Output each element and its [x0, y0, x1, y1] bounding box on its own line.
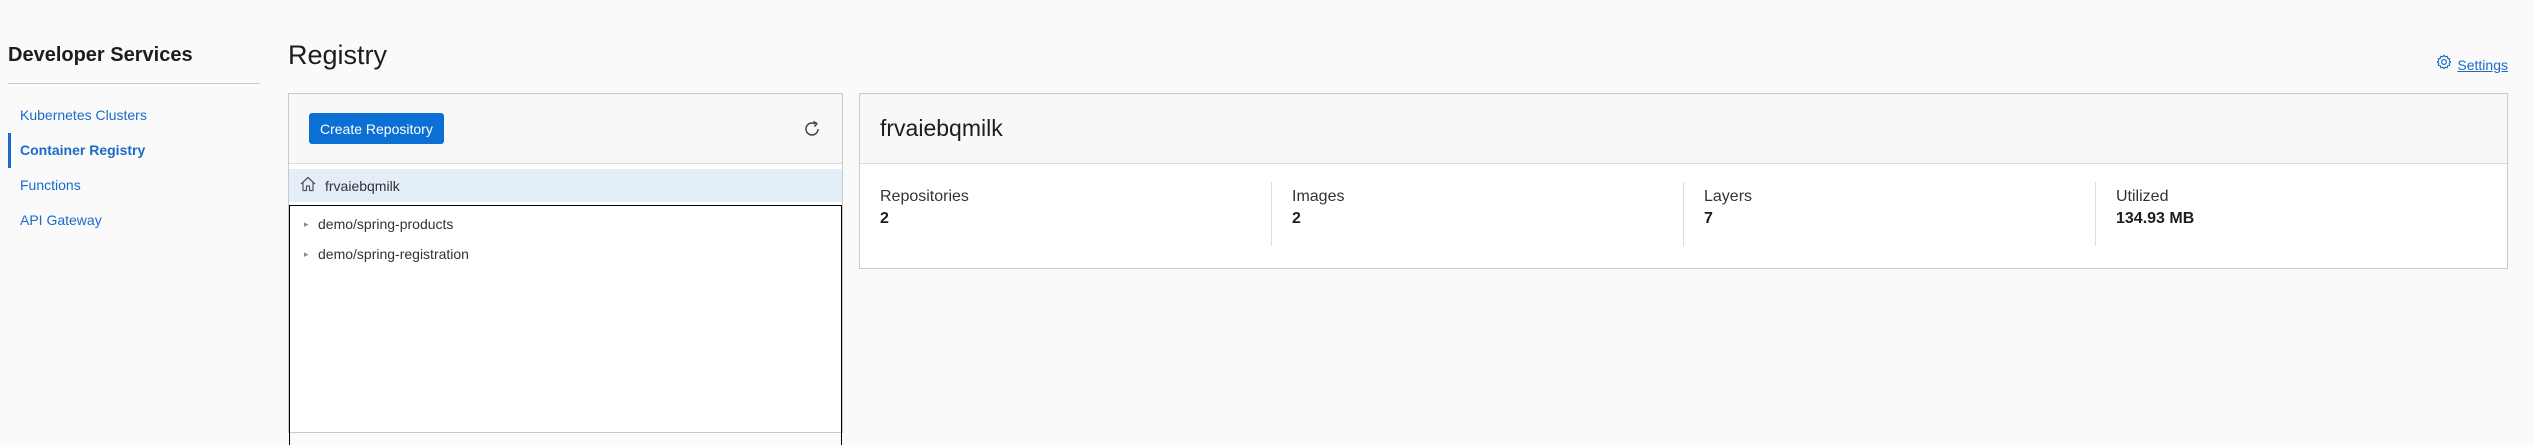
metric-value: 134.93 MB	[2116, 210, 2195, 227]
metric-layers: Layers 7	[1684, 182, 2096, 246]
repository-tree-panel: Create Repository frvaiebqmilk ▸ demo/sp…	[288, 93, 843, 445]
sidebar-item-container-registry[interactable]: Container Registry	[8, 133, 260, 168]
gear-icon	[2436, 54, 2452, 75]
metric-value: 2	[1292, 210, 1301, 227]
sidebar-item-api-gateway[interactable]: API Gateway	[8, 203, 260, 238]
metric-label: Repositories	[880, 188, 969, 205]
caret-right-icon[interactable]: ▸	[304, 249, 310, 260]
caret-right-icon[interactable]: ▸	[304, 219, 310, 230]
settings-link[interactable]: Settings	[2436, 54, 2508, 75]
metric-label: Images	[1292, 188, 1345, 205]
sidebar-item-kubernetes-clusters[interactable]: Kubernetes Clusters	[8, 98, 260, 133]
details-title: frvaiebqmilk	[860, 94, 2507, 164]
tree-item[interactable]: ▸ demo/spring-products	[290, 209, 841, 239]
tree-root-label: frvaiebqmilk	[325, 177, 400, 194]
metric-repositories: Repositories 2	[860, 182, 1272, 246]
tree-item-label: demo/spring-products	[318, 216, 454, 232]
refresh-icon[interactable]	[802, 119, 822, 139]
metric-value: 2	[880, 210, 889, 227]
tree-item[interactable]: ▸ demo/spring-registration	[290, 239, 841, 269]
create-repository-button[interactable]: Create Repository	[309, 113, 444, 144]
sidebar: Developer Services Kubernetes Clusters C…	[8, 44, 260, 238]
sidebar-title: Developer Services	[8, 44, 260, 84]
tree-toolbar: Create Repository	[289, 94, 842, 164]
metric-images: Images 2	[1272, 182, 1684, 246]
settings-label: Settings	[2457, 56, 2508, 73]
sidebar-nav: Kubernetes Clusters Container Registry F…	[8, 98, 260, 238]
repository-list: ▸ demo/spring-products ▸ demo/spring-reg…	[289, 205, 842, 445]
home-icon	[299, 175, 317, 196]
page-title: Registry	[288, 40, 388, 70]
tree-item-label: demo/spring-registration	[318, 246, 469, 262]
metric-value: 7	[1704, 210, 1713, 227]
registry-details-panel: frvaiebqmilk Repositories 2 Images 2 Lay…	[859, 93, 2508, 269]
metric-label: Utilized	[2116, 188, 2169, 205]
sidebar-item-functions[interactable]: Functions	[8, 168, 260, 203]
metric-utilized: Utilized 134.93 MB	[2096, 182, 2507, 246]
metrics-row: Repositories 2 Images 2 Layers 7 Utilize…	[860, 164, 2507, 246]
metric-label: Layers	[1704, 188, 1753, 205]
tree-root-item[interactable]: frvaiebqmilk	[289, 169, 842, 202]
